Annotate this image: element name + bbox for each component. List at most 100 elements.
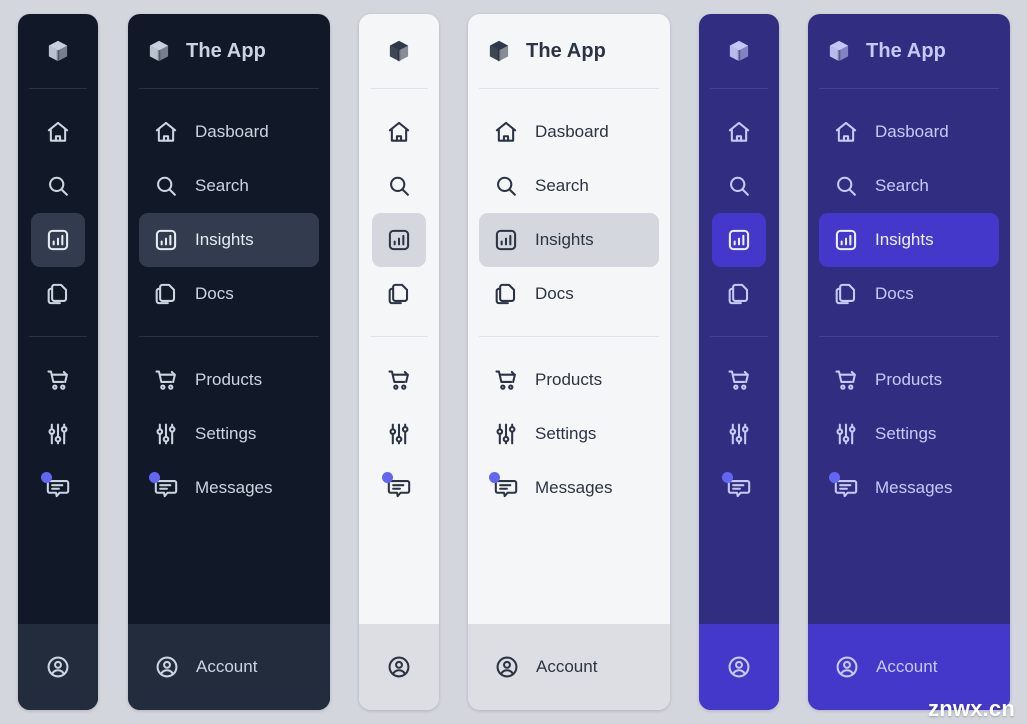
sidebar-item-insights[interactable] (372, 213, 426, 267)
account-label: Account (536, 657, 598, 676)
sidebar-item-docs[interactable]: Docs (139, 267, 319, 321)
sidebar-item-products[interactable]: Products (139, 353, 319, 407)
sidebar-item-search[interactable]: Search (139, 159, 319, 213)
sidebar-footer-account[interactable] (18, 624, 98, 710)
home-icon (153, 119, 179, 145)
sidebar-footer-account[interactable] (699, 624, 779, 710)
sidebar-item-settings[interactable] (31, 407, 85, 461)
divider (819, 88, 999, 89)
unread-badge-dot (489, 472, 500, 483)
sidebar-panel-indigo-rail (699, 14, 779, 710)
sliders-icon (153, 421, 179, 447)
sidebar-item-insights[interactable]: Insights (819, 213, 999, 267)
sidebar-item-settings[interactable] (372, 407, 426, 461)
chat-bubble-icon (382, 472, 412, 501)
search-icon (153, 173, 179, 199)
brand-header[interactable]: The App (128, 14, 330, 88)
sidebar-item-products[interactable] (372, 353, 426, 407)
brand-header[interactable]: The App (468, 14, 670, 88)
brand-header[interactable] (18, 14, 98, 88)
user-circle-icon (834, 654, 860, 680)
sidebar-item-search[interactable] (372, 159, 426, 213)
sidebar-item-settings[interactable]: Settings (819, 407, 999, 461)
sidebar-item-search[interactable]: Search (479, 159, 659, 213)
divider (370, 336, 428, 337)
sidebar-item-label: Messages (875, 478, 953, 497)
sidebar-item-docs[interactable] (712, 267, 766, 321)
sidebar-item-insights[interactable]: Insights (139, 213, 319, 267)
sidebar-item-docs[interactable] (372, 267, 426, 321)
sidebar-item-dasboard[interactable]: Dasboard (819, 105, 999, 159)
sidebar-item-dasboard[interactable] (31, 105, 85, 159)
sidebar-footer-account[interactable] (359, 624, 439, 710)
sidebar-item-messages[interactable] (712, 461, 766, 515)
sidebar-item-search[interactable]: Search (819, 159, 999, 213)
sidebar-item-label: Dasboard (875, 122, 949, 141)
sidebar-nav: Dasboard Search Insights Docs Products S… (808, 88, 1010, 624)
cube-icon (386, 38, 412, 64)
cube-icon (45, 38, 71, 64)
divider (29, 88, 87, 89)
sidebar-item-dasboard[interactable]: Dasboard (479, 105, 659, 159)
sidebar-item-products[interactable] (31, 353, 85, 407)
chat-bubble-icon (149, 472, 179, 501)
sidebar-item-insights[interactable]: Insights (479, 213, 659, 267)
bar-chart-icon (45, 227, 71, 253)
sidebar-footer-account[interactable]: Account (468, 624, 670, 710)
copy-documents-icon (833, 281, 859, 307)
user-circle-icon (494, 654, 520, 680)
sidebar-item-insights[interactable] (31, 213, 85, 267)
cube-icon (146, 38, 172, 64)
sidebar-item-messages[interactable] (31, 461, 85, 515)
sidebar-item-messages[interactable]: Messages (479, 461, 659, 515)
sidebar-item-label: Products (535, 370, 603, 389)
cube-icon (726, 38, 752, 64)
divider (819, 336, 999, 337)
sidebar-item-messages[interactable] (372, 461, 426, 515)
sidebar-item-products[interactable]: Products (479, 353, 659, 407)
sidebar-item-search[interactable] (31, 159, 85, 213)
copy-documents-icon (493, 281, 519, 307)
home-icon (726, 119, 752, 145)
bar-chart-icon (493, 227, 519, 253)
sidebar-item-settings[interactable] (712, 407, 766, 461)
sidebar-item-products[interactable] (712, 353, 766, 407)
sidebar-item-dasboard[interactable] (372, 105, 426, 159)
shopping-cart-icon (45, 367, 71, 393)
sidebar-panel-indigo-full: The App Dasboard Search Insights Docs Pr… (808, 14, 1010, 710)
brand-header[interactable]: The App (808, 14, 1010, 88)
sidebar-item-label: Docs (875, 284, 914, 303)
sidebar-item-products[interactable]: Products (819, 353, 999, 407)
sidebar-item-docs[interactable]: Docs (819, 267, 999, 321)
brand-header[interactable] (699, 14, 779, 88)
sliders-icon (493, 421, 519, 447)
sidebar-item-label: Products (875, 370, 943, 389)
divider (370, 88, 428, 89)
sidebar-item-label: Docs (535, 284, 574, 303)
sidebar-item-docs[interactable]: Docs (479, 267, 659, 321)
sidebar-item-label: Search (875, 176, 929, 195)
sidebar-item-messages[interactable]: Messages (819, 461, 999, 515)
unread-badge-dot (722, 472, 733, 483)
search-icon (726, 173, 752, 199)
home-icon (386, 119, 412, 145)
divider (710, 336, 768, 337)
sidebar-item-search[interactable] (712, 159, 766, 213)
sliders-icon (386, 421, 412, 447)
search-icon (833, 173, 859, 199)
sidebar-item-settings[interactable]: Settings (479, 407, 659, 461)
sidebar-item-settings[interactable]: Settings (139, 407, 319, 461)
sidebar-item-dasboard[interactable]: Dasboard (139, 105, 319, 159)
watermark: znwx.cn (928, 696, 1015, 721)
sidebar-item-insights[interactable] (712, 213, 766, 267)
shopping-cart-icon (386, 367, 412, 393)
sidebar-footer-account[interactable]: Account (128, 624, 330, 710)
home-icon (493, 119, 519, 145)
divider (479, 88, 659, 89)
sidebar-item-label: Docs (195, 284, 234, 303)
sidebar-item-docs[interactable] (31, 267, 85, 321)
sidebar-item-dasboard[interactable] (712, 105, 766, 159)
sidebar-item-messages[interactable]: Messages (139, 461, 319, 515)
sliders-icon (45, 421, 71, 447)
brand-header[interactable] (359, 14, 439, 88)
